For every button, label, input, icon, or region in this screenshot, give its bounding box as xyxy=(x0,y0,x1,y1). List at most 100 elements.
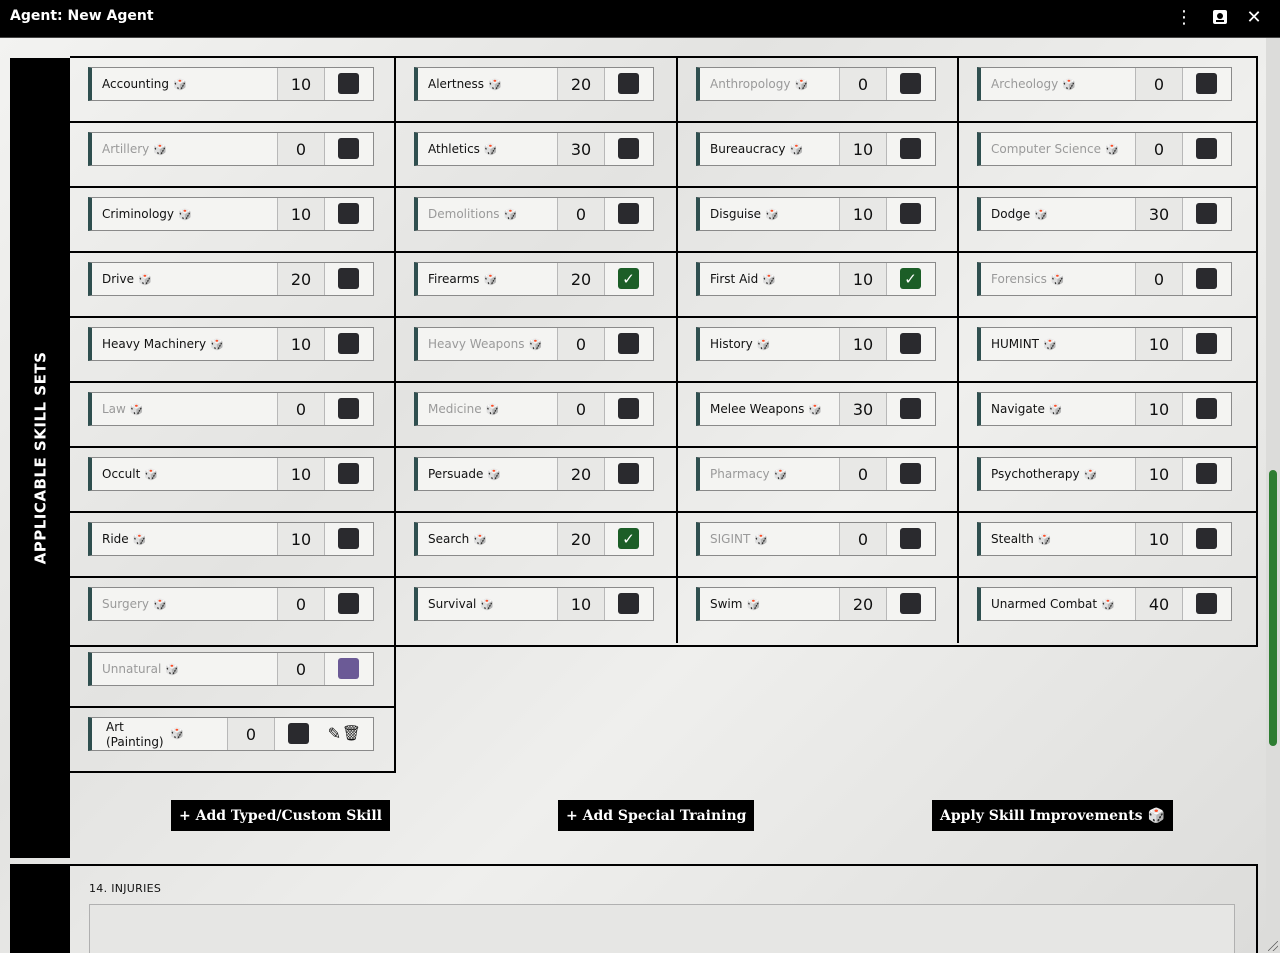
dice-icon[interactable]: 🎲 xyxy=(1049,403,1063,416)
skill-name[interactable]: Persuade xyxy=(428,467,483,481)
skill-checkbox[interactable] xyxy=(900,333,921,354)
skill-checkbox[interactable] xyxy=(900,528,921,549)
dice-icon[interactable]: 🎲 xyxy=(480,598,494,611)
skill-value[interactable]: 0 xyxy=(839,68,887,100)
skill-name[interactable]: Swim xyxy=(710,597,742,611)
skill-value[interactable]: 10 xyxy=(277,458,325,490)
skill-value[interactable]: 10 xyxy=(277,68,325,100)
dice-icon[interactable]: 🎲 xyxy=(1062,78,1076,91)
custom-skill-name-line2[interactable]: (Painting) xyxy=(106,735,164,749)
skill-value[interactable]: 10 xyxy=(1135,393,1183,425)
dice-icon[interactable]: 🎲 xyxy=(746,598,760,611)
skill-checkbox[interactable] xyxy=(1196,268,1217,289)
skill-value[interactable]: 10 xyxy=(277,328,325,360)
skill-checkbox[interactable] xyxy=(338,73,359,94)
skill-value[interactable]: 20 xyxy=(557,458,605,490)
skill-value[interactable]: 0 xyxy=(277,653,325,685)
skill-name[interactable]: Disguise xyxy=(710,207,761,221)
dice-icon[interactable]: 🎲 xyxy=(1084,468,1098,481)
dice-icon[interactable]: 🎲 xyxy=(1105,143,1119,156)
skill-checkbox[interactable] xyxy=(618,73,639,94)
skill-value[interactable]: 10 xyxy=(1135,523,1183,555)
skill-value[interactable]: 10 xyxy=(839,198,887,230)
skill-checkbox[interactable]: ✓ xyxy=(618,268,639,289)
skill-name[interactable]: First Aid xyxy=(710,272,758,286)
skill-value[interactable]: 0 xyxy=(839,458,887,490)
skill-value[interactable]: 30 xyxy=(839,393,887,425)
skill-checkbox[interactable] xyxy=(338,463,359,484)
skill-name[interactable]: Computer Science xyxy=(991,142,1101,156)
skill-value[interactable]: 20 xyxy=(277,263,325,295)
dice-icon[interactable]: 🎲 xyxy=(754,533,768,546)
skill-name[interactable]: Dodge xyxy=(991,207,1030,221)
skill-checkbox[interactable] xyxy=(900,138,921,159)
skill-checkbox[interactable] xyxy=(1196,203,1217,224)
edit-icon[interactable]: ✎ xyxy=(328,724,341,743)
skill-name[interactable]: Unarmed Combat xyxy=(991,597,1097,611)
dice-icon[interactable]: 🎲 xyxy=(484,143,498,156)
dice-icon[interactable]: 🎲 xyxy=(488,78,502,91)
more-vertical-icon[interactable]: ⋮ xyxy=(1172,6,1196,28)
skill-name[interactable]: Bureaucracy xyxy=(710,142,785,156)
dice-icon[interactable]: 🎲 xyxy=(795,78,809,91)
skill-value[interactable]: 10 xyxy=(839,263,887,295)
skill-checkbox[interactable]: ✓ xyxy=(900,268,921,289)
skill-name[interactable]: Surgery xyxy=(102,597,149,611)
skill-checkbox[interactable] xyxy=(338,528,359,549)
skill-value[interactable]: 40 xyxy=(1135,588,1183,620)
skill-checkbox[interactable] xyxy=(338,268,359,289)
skill-value[interactable]: 20 xyxy=(557,263,605,295)
dice-icon[interactable]: 🎲 xyxy=(504,208,518,221)
skill-checkbox[interactable] xyxy=(1196,333,1217,354)
dice-icon[interactable]: 🎲 xyxy=(483,273,497,286)
skill-name[interactable]: Heavy Machinery xyxy=(102,337,206,351)
dice-icon[interactable]: 🎲 xyxy=(486,403,500,416)
skill-name[interactable]: Archeology xyxy=(991,77,1058,91)
dice-icon[interactable]: 🎲 xyxy=(1038,533,1052,546)
skill-checkbox[interactable] xyxy=(338,398,359,419)
sheet-icon[interactable] xyxy=(1208,6,1232,28)
skill-name[interactable]: Law xyxy=(102,402,126,416)
skill-checkbox[interactable] xyxy=(1196,528,1217,549)
skill-value[interactable]: 10 xyxy=(839,133,887,165)
skill-value[interactable]: 10 xyxy=(1135,328,1183,360)
skill-value[interactable]: 10 xyxy=(557,588,605,620)
skill-checkbox[interactable]: ✓ xyxy=(618,528,639,549)
dice-icon[interactable]: 🎲 xyxy=(1034,208,1048,221)
skill-checkbox[interactable] xyxy=(338,203,359,224)
dice-icon[interactable]: 🎲 xyxy=(130,403,144,416)
skill-checkbox[interactable] xyxy=(900,398,921,419)
dice-icon[interactable]: 🎲 xyxy=(529,338,543,351)
dice-icon[interactable]: 🎲 xyxy=(173,78,187,91)
skill-value[interactable]: 0 xyxy=(1135,68,1183,100)
skill-name[interactable]: Search xyxy=(428,532,469,546)
skill-checkbox[interactable] xyxy=(618,463,639,484)
dice-icon[interactable]: 🎲 xyxy=(1043,338,1057,351)
skill-name[interactable]: Stealth xyxy=(991,532,1034,546)
skill-name[interactable]: Criminology xyxy=(102,207,174,221)
skill-value[interactable]: 0 xyxy=(1135,133,1183,165)
skill-checkbox[interactable] xyxy=(1196,73,1217,94)
skill-checkbox[interactable] xyxy=(618,593,639,614)
skill-name[interactable]: Survival xyxy=(428,597,476,611)
scrollbar[interactable] xyxy=(1266,38,1280,953)
skill-checkbox[interactable] xyxy=(1196,138,1217,159)
dice-icon[interactable]: 🎲 xyxy=(1051,273,1065,286)
skill-checkbox[interactable] xyxy=(1196,593,1217,614)
skill-value[interactable]: 20 xyxy=(839,588,887,620)
skill-name[interactable]: Drive xyxy=(102,272,134,286)
skill-name[interactable]: Forensics xyxy=(991,272,1047,286)
dice-icon[interactable]: 🎲 xyxy=(765,208,779,221)
skill-value[interactable]: 10 xyxy=(839,328,887,360)
skill-checkbox[interactable] xyxy=(338,593,359,614)
skill-name[interactable]: Heavy Weapons xyxy=(428,337,525,351)
skill-checkbox[interactable] xyxy=(618,398,639,419)
skill-name[interactable]: Medicine xyxy=(428,402,482,416)
skill-name[interactable]: SIGINT xyxy=(710,532,750,546)
skill-checkbox[interactable] xyxy=(900,593,921,614)
skill-name[interactable]: Alertness xyxy=(428,77,484,91)
skill-checkbox[interactable] xyxy=(338,658,359,679)
skill-name[interactable]: Accounting xyxy=(102,77,169,91)
dice-icon[interactable]: 🎲 xyxy=(210,338,224,351)
skill-name[interactable]: Pharmacy xyxy=(710,467,770,481)
